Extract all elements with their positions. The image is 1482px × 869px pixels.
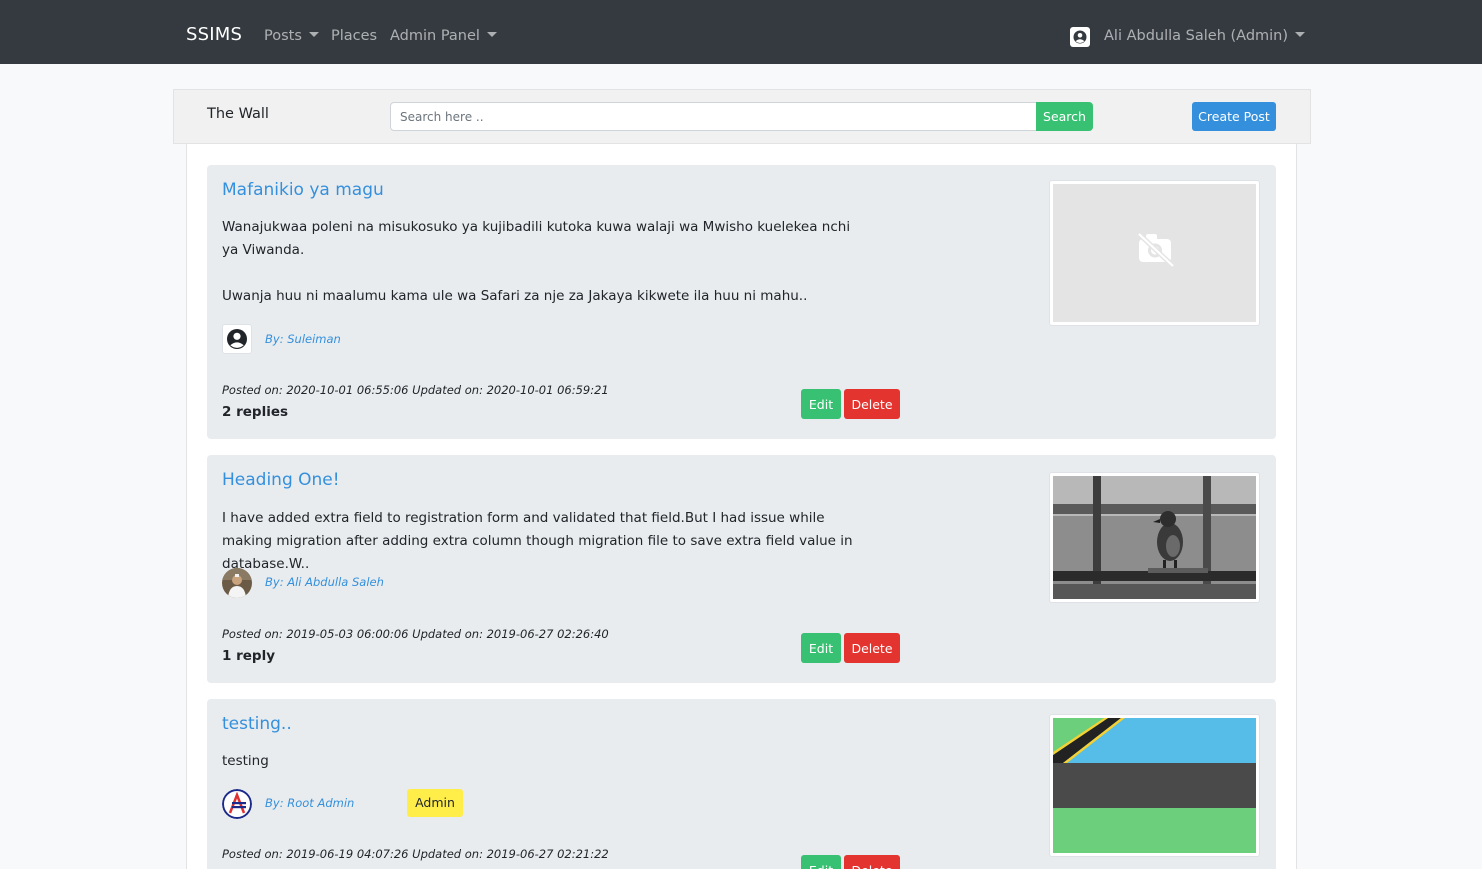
top-navbar: SSIMS Posts Places Admin Panel Ali Abdul…: [0, 0, 1482, 64]
user-name-label: Ali Abdulla Saleh (Admin): [1104, 28, 1289, 44]
post-title-link[interactable]: Mafanikio ya magu: [222, 180, 384, 200]
nav-posts-dropdown[interactable]: Posts: [264, 28, 319, 44]
delete-button[interactable]: Delete: [844, 389, 900, 419]
wall-title: The Wall: [207, 106, 269, 122]
tanzania-flag: [1053, 718, 1256, 853]
bird-photo: [1053, 476, 1256, 599]
replies-link[interactable]: 2 replies: [222, 404, 288, 420]
post-body: I have added extra field to registration…: [222, 510, 853, 572]
post-body: testing: [222, 753, 269, 769]
nav-admin-panel-dropdown[interactable]: Admin Panel: [390, 28, 497, 44]
nav-places-link[interactable]: Places: [331, 28, 377, 44]
nav-posts-label: Posts: [264, 28, 302, 44]
create-post-button[interactable]: Create Post: [1192, 102, 1276, 131]
post-thumbnail[interactable]: [1049, 180, 1260, 326]
post-title-link[interactable]: Heading One!: [222, 470, 340, 490]
post-title-link[interactable]: testing..: [222, 714, 292, 734]
chevron-down-icon: [1295, 32, 1306, 37]
edit-button[interactable]: Edit: [801, 855, 841, 869]
delete-button[interactable]: Delete: [844, 633, 900, 663]
brand-logo[interactable]: SSIMS: [186, 24, 242, 45]
chevron-down-icon: [308, 32, 319, 37]
no-image-icon: [1053, 184, 1256, 322]
edit-button[interactable]: Edit: [801, 633, 841, 663]
post-thumbnail[interactable]: [1049, 714, 1260, 857]
post-author-link[interactable]: By: Suleiman: [265, 332, 341, 346]
post-card: testing.. testing By: Root Admin Admin P…: [207, 699, 1276, 869]
delete-button[interactable]: Delete: [844, 855, 900, 869]
post-body: Wanajukwaa poleni na misukosuko ya kujib…: [222, 219, 851, 304]
post-meta: Posted on: 2019-06-19 04:07:26 Updated o…: [222, 847, 609, 861]
search-input[interactable]: [390, 102, 1038, 131]
post-author-link[interactable]: By: Ali Abdulla Saleh: [265, 575, 384, 589]
author-avatar: [222, 324, 252, 354]
post-author-link[interactable]: By: Root Admin: [265, 796, 354, 810]
author-avatar: [222, 568, 252, 598]
admin-badge: Admin: [407, 789, 463, 817]
post-thumbnail[interactable]: [1049, 472, 1260, 603]
post-card: Heading One! I have added extra field to…: [207, 455, 1276, 683]
replies-link[interactable]: 1 reply: [222, 648, 275, 664]
edit-button[interactable]: Edit: [801, 389, 841, 419]
user-circle-icon[interactable]: [1070, 27, 1090, 47]
search-button[interactable]: Search: [1036, 102, 1093, 131]
post-meta: Posted on: 2019-05-03 06:00:06 Updated o…: [222, 627, 609, 641]
user-menu-dropdown[interactable]: Ali Abdulla Saleh (Admin): [1104, 28, 1306, 44]
post-meta: Posted on: 2020-10-01 06:55:06 Updated o…: [222, 383, 609, 397]
nav-admin-panel-label: Admin Panel: [390, 28, 480, 44]
post-card: Mafanikio ya magu Wanajukwaa poleni na m…: [207, 165, 1276, 439]
chevron-down-icon: [486, 32, 497, 37]
author-avatar: [222, 789, 252, 819]
